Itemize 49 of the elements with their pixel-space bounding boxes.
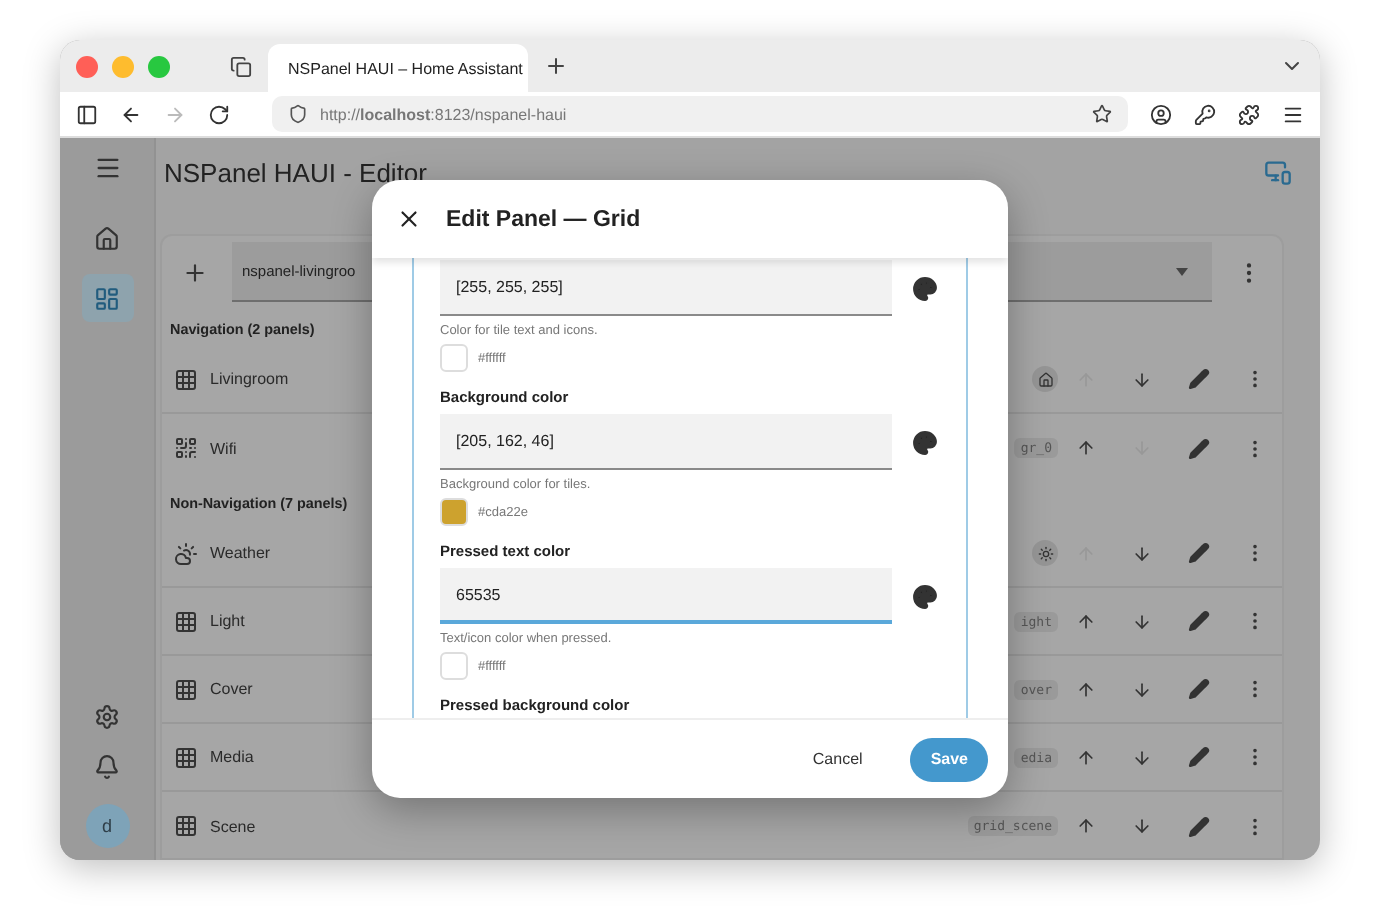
minimize-window-dot (112, 55, 134, 77)
panel-name: Livingroom (210, 370, 289, 388)
grid-icon (174, 814, 198, 838)
grid-icon (174, 745, 198, 769)
palette-icon[interactable] (912, 583, 938, 609)
panel-name: Wifi (210, 439, 237, 457)
panel-name: Light (210, 612, 245, 630)
grid-icon (174, 367, 198, 391)
palette-icon[interactable] (912, 429, 938, 455)
close-window-dot (76, 55, 98, 77)
sidebar-item[interactable] (81, 274, 133, 322)
cancel-button[interactable]: Cancel (792, 737, 883, 781)
panel-name: Weather (210, 544, 271, 562)
sidebar-toggle-icon[interactable] (76, 103, 98, 125)
qr-code-icon (174, 436, 198, 460)
panel-name: Media (210, 748, 254, 766)
settings-icon[interactable] (94, 704, 120, 730)
color-input-field[interactable]: 65535 (440, 568, 892, 624)
browser-tab[interactable]: NSPanel HAUI – Home Assistant (268, 44, 528, 92)
add-icon[interactable] (182, 259, 208, 285)
tab-overview-icon[interactable] (230, 55, 252, 77)
home-icon (94, 225, 120, 251)
palette-icon[interactable] (912, 275, 938, 301)
grid-icon (174, 609, 198, 633)
grid-icon (174, 677, 198, 701)
url-text: http://localhost:8123/nspanel-haui (320, 105, 567, 123)
dialog-title: Edit Panel — Grid (446, 207, 641, 231)
panel-name: Cover (210, 680, 253, 698)
panel-name: Scene (210, 817, 256, 835)
address-bar[interactable]: http://localhost:8123/nspanel-haui (272, 96, 1128, 132)
close-icon[interactable] (396, 206, 422, 232)
notifications-icon[interactable] (94, 754, 120, 780)
account-icon[interactable] (1150, 103, 1172, 125)
tab-title: NSPanel HAUI – Home Assistant (288, 59, 523, 77)
shield-icon (288, 104, 308, 124)
new-tab-icon[interactable] (544, 54, 568, 78)
dropdown-caret-icon (1176, 267, 1188, 275)
back-arrow-icon[interactable] (120, 103, 142, 125)
color-input-field[interactable]: [205, 162, 46] (440, 414, 892, 470)
extensions-icon[interactable] (1238, 103, 1260, 125)
reload-icon[interactable] (208, 103, 230, 125)
key-icon[interactable] (1194, 103, 1216, 125)
maximize-window-dot (148, 55, 170, 77)
dashboard-icon (94, 285, 120, 311)
menu-icon[interactable] (1282, 103, 1304, 125)
color-input-field[interactable]: [255, 255, 255] (440, 260, 892, 316)
user-avatar[interactable]: d (85, 804, 129, 848)
bookmark-star-icon[interactable] (1092, 104, 1112, 124)
cloud-sun-icon (174, 541, 198, 565)
